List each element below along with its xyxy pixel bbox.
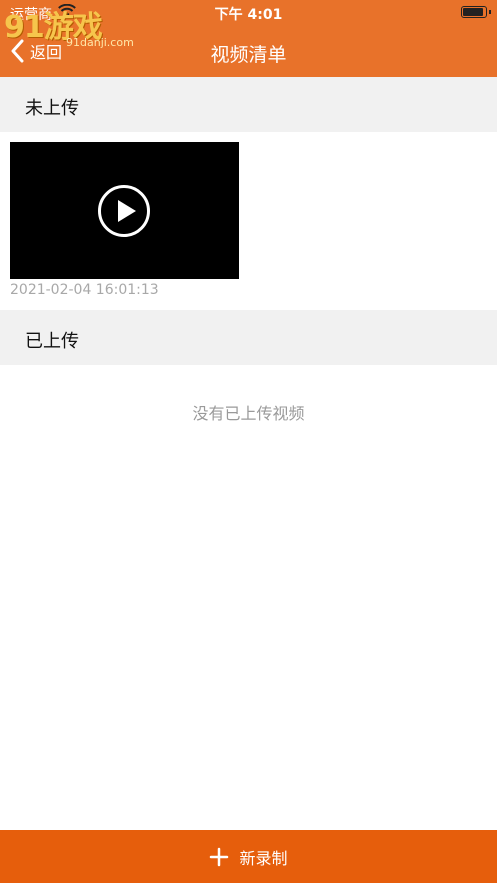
video-thumbnail[interactable] bbox=[10, 142, 239, 279]
header: 运营商 下午 4:01 91游戏 91danji.com 返回 视频清单 bbox=[0, 0, 497, 77]
battery-tip bbox=[489, 10, 491, 14]
new-record-label: 新录制 bbox=[239, 848, 288, 868]
plus-icon bbox=[210, 847, 229, 866]
section-title-not-uploaded: 未上传 bbox=[25, 98, 79, 119]
page-title: 视频清单 bbox=[210, 44, 287, 66]
nav-bar: 返回 视频清单 bbox=[0, 26, 497, 77]
section-not-uploaded: 未上传 bbox=[0, 77, 497, 132]
video-timestamp: 2021-02-04 16:01:13 bbox=[10, 282, 159, 298]
section-uploaded: 已上传 bbox=[0, 310, 497, 365]
battery-icon bbox=[461, 6, 487, 18]
empty-state-text: 没有已上传视频 bbox=[192, 404, 305, 423]
play-icon bbox=[98, 185, 150, 237]
section-title-uploaded: 已上传 bbox=[25, 331, 79, 352]
new-record-button[interactable]: 新录制 bbox=[0, 830, 497, 883]
